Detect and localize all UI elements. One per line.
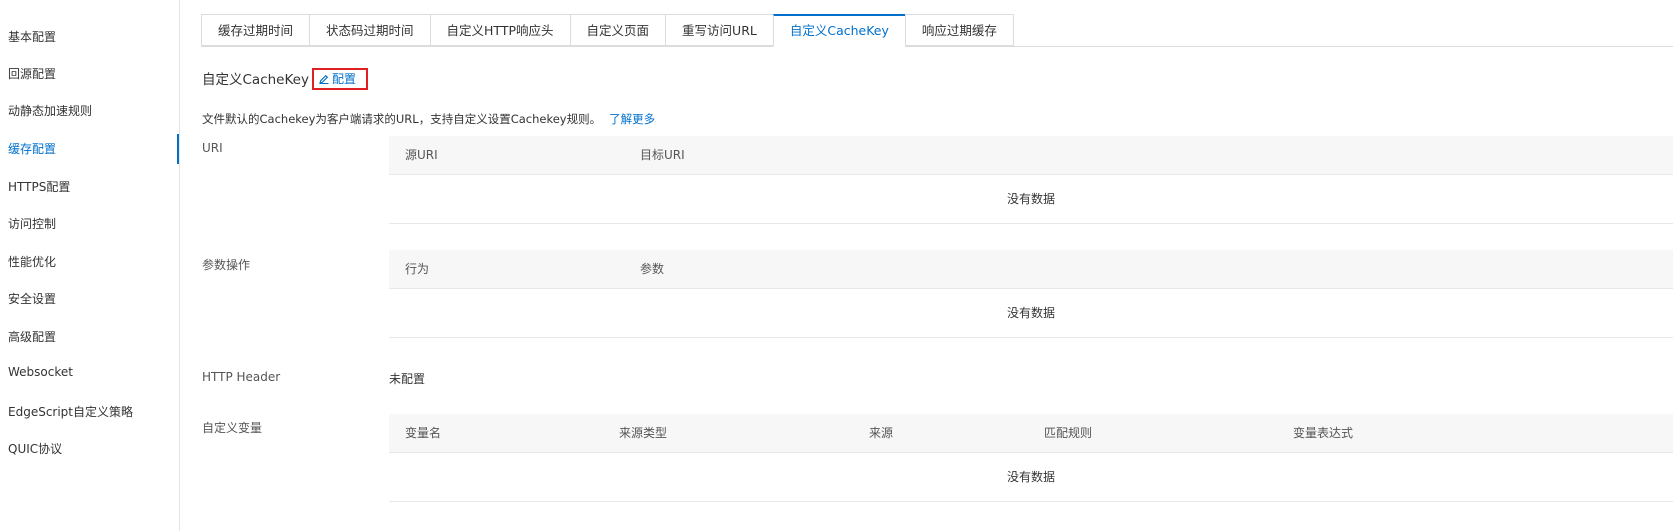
tab-bar: 缓存过期时间 状态码过期时间 自定义HTTP响应头 自定义页面 重写访问URL …: [201, 14, 1673, 47]
uri-label: URI: [202, 141, 223, 155]
sidebar-item-access-control[interactable]: 访问控制: [8, 215, 56, 232]
configure-button[interactable]: 配置: [312, 68, 368, 90]
tab-custom-pages[interactable]: 自定义页面: [569, 14, 666, 46]
params-label: 参数操作: [202, 258, 251, 272]
http-header-label: HTTP Header: [202, 370, 281, 384]
col-match-rule: 匹配规则: [1044, 426, 1093, 440]
main-content: 缓存过期时间 状态码过期时间 自定义HTTP响应头 自定义页面 重写访问URL …: [179, 0, 1673, 531]
col-source-uri: 源URI: [405, 148, 438, 162]
uri-table: 源URI 目标URI 没有数据: [389, 136, 1673, 224]
col-var-name: 变量名: [405, 426, 442, 440]
custom-vars-table-header: 变量名 来源类型 来源 匹配规则 变量表达式: [389, 414, 1673, 453]
tab-cache-expiry[interactable]: 缓存过期时间: [201, 14, 310, 46]
col-action: 行为: [405, 262, 430, 276]
section-title: 自定义CacheKey: [202, 72, 309, 88]
col-params: 参数: [640, 262, 665, 276]
col-target-uri: 目标URI: [640, 148, 685, 162]
sidebar-item-acceleration-rules[interactable]: 动静态加速规则: [8, 102, 92, 119]
tab-status-code-expiry[interactable]: 状态码过期时间: [309, 14, 430, 46]
sidebar-item-advanced[interactable]: 高级配置: [8, 328, 56, 345]
col-var-expression: 变量表达式: [1293, 426, 1354, 440]
custom-vars-empty: 没有数据: [389, 453, 1673, 502]
params-table: 行为 参数 没有数据: [389, 250, 1673, 338]
sidebar-item-edgescript[interactable]: EdgeScript自定义策略: [8, 403, 133, 420]
edit-icon: [319, 72, 332, 86]
description: 文件默认的Cachekey为客户端请求的URL，支持自定义设置Cachekey规…: [202, 111, 655, 127]
col-source: 来源: [869, 426, 894, 440]
sidebar-item-basic[interactable]: 基本配置: [8, 28, 56, 45]
sidebar-item-origin[interactable]: 回源配置: [8, 65, 56, 82]
tab-stale-cache[interactable]: 响应过期缓存: [904, 14, 1014, 46]
custom-vars-label: 自定义变量: [202, 421, 263, 435]
description-text: 文件默认的Cachekey为客户端请求的URL，支持自定义设置Cachekey规…: [202, 112, 602, 126]
uri-empty: 没有数据: [389, 175, 1673, 224]
sidebar-item-quic[interactable]: QUIC协议: [8, 440, 62, 457]
custom-vars-table: 变量名 来源类型 来源 匹配规则 变量表达式 没有数据: [389, 414, 1673, 502]
configure-button-label: 配置: [332, 72, 357, 86]
params-table-header: 行为 参数: [389, 250, 1673, 289]
tab-custom-cachekey[interactable]: 自定义CacheKey: [772, 14, 905, 47]
tab-rewrite-url[interactable]: 重写访问URL: [665, 14, 773, 46]
tab-custom-http-headers[interactable]: 自定义HTTP响应头: [429, 14, 570, 46]
sidebar-item-security[interactable]: 安全设置: [8, 290, 56, 307]
sidebar: 基本配置 回源配置 动静态加速规则 缓存配置 HTTPS配置 访问控制 性能优化…: [0, 0, 180, 531]
http-header-value: 未配置: [389, 372, 426, 386]
sidebar-item-https[interactable]: HTTPS配置: [8, 178, 70, 195]
uri-table-header: 源URI 目标URI: [389, 136, 1673, 175]
col-source-type: 来源类型: [619, 426, 668, 440]
params-empty: 没有数据: [389, 289, 1673, 338]
learn-more-link[interactable]: 了解更多: [609, 112, 655, 126]
sidebar-item-cache[interactable]: 缓存配置: [8, 140, 56, 157]
sidebar-item-websocket[interactable]: Websocket: [8, 365, 73, 379]
sidebar-item-performance[interactable]: 性能优化: [8, 253, 56, 270]
